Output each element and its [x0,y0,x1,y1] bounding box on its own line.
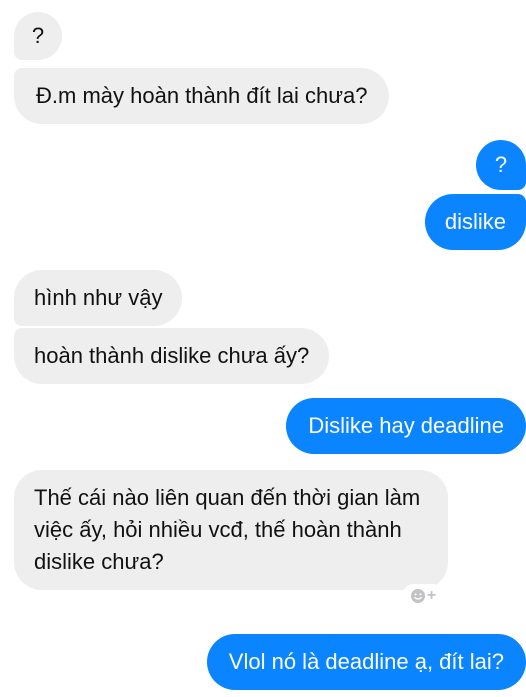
incoming-message[interactable]: hoàn thành dislike chưa ấy? [14,328,330,384]
message-text: dislike [444,209,506,234]
message-text: hoàn thành dislike chưa ấy? [34,343,310,368]
outgoing-message[interactable]: Dislike hay deadline [286,398,526,454]
incoming-message[interactable]: ? [14,12,62,60]
message-text: Dislike hay deadline [308,413,504,438]
message-text: ? [494,152,508,177]
outgoing-message[interactable]: Vlol nó là deadline ạ, đít lai? [206,634,526,690]
add-reaction-icon [410,589,425,603]
message-text: Đ.m mày hoàn thành đít lai chưa? [36,83,368,108]
plus-icon: + [426,587,437,604]
message-text: Thế cái nào liên quan đến thời gian làm … [34,485,421,574]
message-text: Vlol nó là deadline ạ, đít lai? [228,649,504,674]
message-text: hình như vậy [34,285,163,310]
outgoing-message[interactable]: dislike [424,194,526,250]
outgoing-message[interactable]: ? [476,140,526,190]
add-reaction-button[interactable]: + [402,584,444,608]
incoming-message[interactable]: Đ.m mày hoàn thành đít lai chưa? [14,68,390,124]
incoming-message[interactable]: hình như vậy [14,270,183,326]
message-text: ? [31,23,45,48]
incoming-message[interactable]: Thế cái nào liên quan đến thời gian làm … [14,470,448,590]
